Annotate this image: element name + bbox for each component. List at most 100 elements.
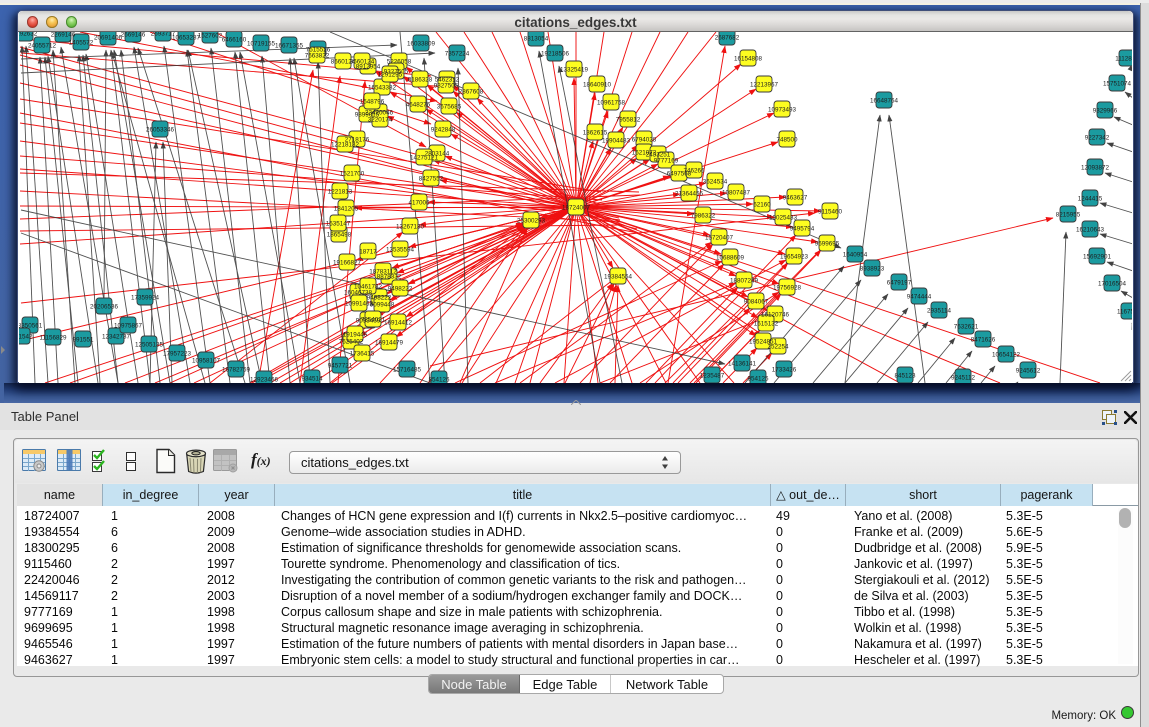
- svg-text:16914479: 16914479: [375, 340, 404, 347]
- svg-text:1405572: 1405572: [69, 40, 94, 47]
- svg-text:1736415: 1736415: [350, 351, 375, 358]
- svg-text:25300293: 25300293: [517, 218, 546, 225]
- svg-text:6466160: 6466160: [222, 37, 247, 44]
- svg-text:991542: 991542: [19, 334, 33, 341]
- svg-text:1548796: 1548796: [360, 99, 385, 106]
- svg-text:1362615: 1362615: [583, 130, 608, 137]
- svg-text:9084067: 9084067: [744, 299, 769, 306]
- svg-text:7254021: 7254021: [361, 317, 386, 324]
- svg-text:18807249: 18807249: [730, 278, 759, 285]
- svg-text:62160: 62160: [753, 202, 771, 209]
- svg-text:9099448: 9099448: [370, 302, 395, 309]
- svg-text:845123: 845123: [894, 373, 916, 380]
- svg-text:2687682: 2687682: [715, 35, 740, 42]
- svg-text:1615132: 1615132: [754, 321, 779, 328]
- svg-text:854126: 854126: [428, 377, 450, 384]
- svg-text:8427552: 8427552: [419, 176, 444, 183]
- svg-text:16671355: 16671355: [275, 43, 304, 50]
- svg-text:2867608: 2867608: [459, 89, 484, 96]
- svg-text:1841205: 1841205: [334, 206, 359, 213]
- svg-text:748500: 748500: [776, 137, 798, 144]
- svg-text:9457721: 9457721: [328, 363, 353, 370]
- svg-text:9463627: 9463627: [783, 195, 808, 202]
- svg-text:10025433: 10025433: [769, 215, 798, 222]
- svg-text:954125: 954125: [747, 376, 769, 383]
- svg-text:9245612: 9245612: [1016, 368, 1041, 375]
- svg-text:10958107: 10958107: [192, 358, 221, 365]
- svg-text:19904483: 19904483: [602, 138, 631, 145]
- svg-text:5226058: 5226058: [387, 59, 412, 66]
- svg-text:1527602: 1527602: [198, 33, 223, 40]
- svg-text:9699695: 9699695: [815, 241, 840, 248]
- svg-text:19756928: 19756928: [773, 285, 802, 292]
- svg-text:18717: 18717: [359, 249, 377, 256]
- svg-text:1112843: 1112843: [1115, 56, 1132, 63]
- svg-text:15692901: 15692901: [1083, 254, 1112, 261]
- svg-text:1733426: 1733426: [772, 367, 797, 374]
- svg-text:6794028: 6794028: [632, 137, 657, 144]
- svg-text:24055712: 24055712: [28, 43, 57, 50]
- svg-text:16648764: 16648764: [870, 98, 899, 105]
- svg-text:9474444: 9474444: [907, 294, 932, 301]
- svg-text:8938923: 8938923: [860, 266, 885, 273]
- svg-text:13267130: 13267130: [396, 224, 425, 231]
- svg-text:16914412: 16914412: [384, 320, 413, 327]
- svg-text:2292632: 2292632: [19, 32, 38, 38]
- svg-text:18724007: 18724007: [562, 205, 591, 212]
- svg-text:8186328: 8186328: [408, 77, 433, 84]
- svg-text:8350561: 8350561: [19, 323, 43, 330]
- svg-text:16033809: 16033809: [407, 41, 436, 48]
- svg-text:9227342: 9227342: [1085, 135, 1110, 142]
- svg-text:16120746: 16120746: [761, 312, 790, 319]
- svg-text:12218132: 12218132: [331, 142, 360, 149]
- svg-text:10719155: 10719155: [247, 41, 276, 48]
- svg-text:10807487: 10807487: [722, 190, 751, 197]
- svg-text:15716485: 15716485: [393, 367, 422, 374]
- svg-text:19654923: 19654923: [780, 254, 809, 261]
- svg-text:12505135: 12505135: [135, 342, 164, 349]
- svg-text:1235487: 1235487: [700, 373, 725, 380]
- svg-text:10975867: 10975867: [114, 323, 143, 330]
- svg-text:2669146: 2669146: [121, 32, 146, 39]
- svg-text:19384554: 19384554: [604, 274, 633, 281]
- svg-text:20691406: 20691406: [94, 35, 123, 42]
- svg-text:8813054: 8813054: [524, 36, 549, 43]
- svg-text:13325419: 13325419: [560, 67, 589, 74]
- svg-text:16782759: 16782759: [222, 367, 251, 374]
- svg-text:6479197: 6479197: [887, 280, 912, 287]
- svg-text:21364456: 21364456: [675, 191, 704, 198]
- svg-text:10688609: 10688609: [716, 255, 745, 262]
- svg-text:8471626: 8471626: [971, 337, 996, 344]
- svg-text:12213967: 12213967: [750, 82, 779, 89]
- svg-text:10973493: 10973493: [768, 107, 797, 114]
- svg-text:1919446: 1919446: [343, 332, 368, 339]
- svg-text:19166827: 19166827: [333, 260, 362, 267]
- svg-text:1221813: 1221813: [328, 189, 353, 196]
- svg-text:12923466: 12923466: [250, 377, 279, 384]
- svg-text:9327505: 9327505: [434, 83, 459, 90]
- svg-text:9329966: 9329966: [1093, 108, 1118, 115]
- svg-text:12093872: 12093872: [1081, 165, 1110, 172]
- svg-text:14136141: 14136141: [728, 361, 757, 368]
- svg-text:26053346: 26053346: [146, 127, 175, 134]
- svg-text:1640954: 1640954: [843, 252, 868, 259]
- svg-text:7357224: 7357224: [445, 51, 470, 58]
- svg-text:14275121: 14275121: [410, 155, 439, 162]
- svg-text:12342737: 12342737: [102, 334, 131, 341]
- svg-text:417006: 417006: [408, 200, 430, 207]
- svg-text:3624534: 3624534: [703, 179, 728, 186]
- svg-text:2935114: 2935114: [927, 308, 952, 315]
- svg-text:10653287: 10653287: [172, 35, 201, 42]
- svg-text:9498222: 9498222: [388, 286, 413, 293]
- svg-text:20206536: 20206536: [90, 304, 119, 311]
- svg-text:10654122: 10654122: [992, 352, 1021, 359]
- svg-text:17957223: 17957223: [163, 351, 192, 358]
- svg-text:17359924: 17359924: [131, 295, 160, 302]
- svg-text:934514: 934514: [301, 376, 323, 383]
- svg-text:16210643: 16210643: [1076, 227, 1105, 234]
- svg-text:4648276: 4648276: [406, 102, 431, 109]
- svg-text:1535147: 1535147: [326, 221, 351, 228]
- svg-text:17016504: 17016504: [1098, 281, 1127, 288]
- svg-text:16543382: 16543382: [368, 85, 397, 92]
- svg-text:13535594: 13535594: [386, 247, 415, 254]
